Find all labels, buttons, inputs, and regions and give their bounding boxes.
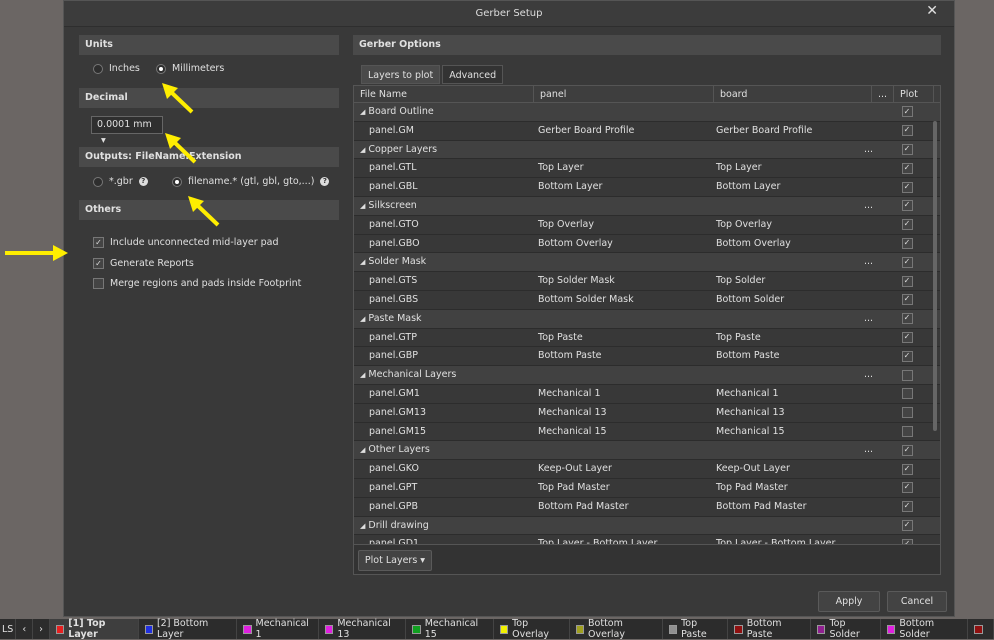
layer-color-swatch — [575, 624, 585, 634]
layer-tab[interactable]: Mechanical 1 — [237, 618, 320, 640]
layer-set-label[interactable]: LS — [0, 619, 17, 639]
layer-color-swatch — [734, 624, 743, 634]
layer-tab[interactable]: Bottom Overlay — [570, 618, 663, 640]
layer-name: Mechanical 13 — [337, 618, 391, 640]
layer-name: [2] Bottom Layer — [156, 618, 209, 640]
layer-tab[interactable]: Mechanical 13 — [319, 618, 407, 640]
layer-color-swatch — [817, 624, 826, 634]
layer-name: Bottom Paste — [746, 618, 782, 640]
layer-tab[interactable] — [968, 619, 994, 639]
layer-name: [1] Top Layer — [68, 618, 106, 640]
layer-name: Top Solder — [829, 618, 860, 640]
layer-name: Mechanical 1 — [255, 618, 309, 640]
layer-tab[interactable]: [1] Top Layer — [49, 618, 139, 640]
layer-name: Bottom Overlay — [588, 618, 625, 640]
layer-color-swatch — [144, 624, 153, 634]
layer-name: Top Overlay — [512, 618, 550, 640]
layer-color-swatch — [668, 624, 678, 634]
layer-color-swatch — [412, 624, 421, 634]
layer-color-swatch — [325, 624, 334, 634]
layer-color-swatch — [887, 624, 896, 634]
scroll-left-button[interactable]: ‹ — [16, 619, 34, 639]
arrow-units — [168, 89, 194, 114]
scroll-right-button[interactable]: › — [33, 619, 50, 639]
layer-tab[interactable]: Top Paste — [663, 618, 729, 640]
annotation-arrows — [5, 83, 220, 261]
layer-tab[interactable]: [2] Bottom Layer — [139, 618, 238, 640]
layer-tab[interactable]: Top Overlay — [494, 618, 570, 640]
layer-name: Bottom Solder — [899, 618, 935, 640]
layer-tab[interactable]: Bottom Solder — [881, 618, 969, 640]
layer-tab[interactable]: Bottom Paste — [728, 618, 812, 640]
layer-color-swatch — [499, 624, 509, 634]
layer-name: Mechanical 15 — [424, 618, 479, 640]
layer-name: Top Paste — [681, 618, 707, 640]
arrow-outputs — [194, 202, 220, 227]
layer-color-swatch — [55, 624, 65, 634]
layer-tab[interactable]: Top Solder — [811, 618, 882, 640]
arrow-decimal — [171, 139, 197, 164]
layer-tab[interactable]: Mechanical 15 — [406, 618, 494, 640]
layer-color-swatch — [243, 624, 252, 634]
layer-tabs-bar: LS ‹ › [1] Top Layer [2] Bottom Layer Mech… — [0, 618, 994, 640]
layer-color-swatch — [974, 624, 984, 634]
